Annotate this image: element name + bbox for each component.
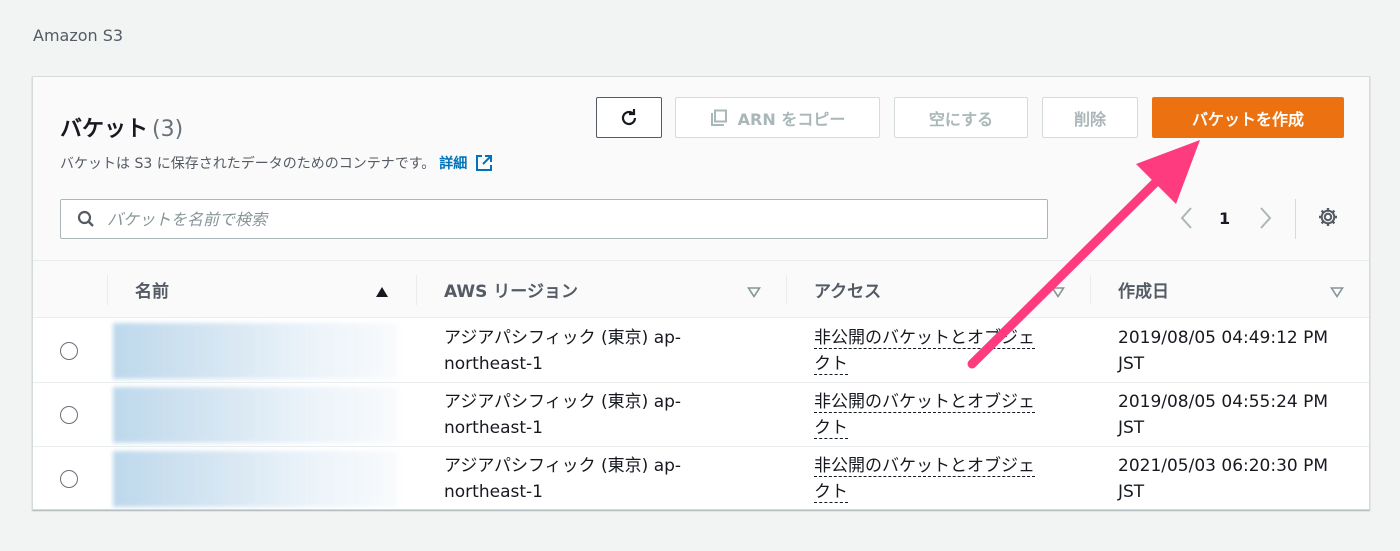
region-text: northeast-1	[444, 418, 543, 438]
region-cell: アジアパシフィック (東京) ap- northeast-1	[444, 389, 724, 441]
description-text: バケットは S3 に保存されたデータのためのコンテナです。	[60, 156, 436, 172]
access-text[interactable]: 非公開のバケットとオブジェ	[814, 456, 1035, 477]
empty-button[interactable]: 空にする	[894, 97, 1028, 138]
table-row[interactable]: アジアパシフィック (東京) ap- northeast-1 非公開のバケットと…	[33, 319, 1369, 383]
column-divider	[107, 275, 108, 305]
breadcrumb[interactable]: Amazon S3	[33, 26, 123, 45]
panel-description: バケットは S3 に保存されたデータのためのコンテナです。 詳細	[60, 153, 493, 173]
access-text[interactable]: クト	[814, 482, 848, 503]
access-cell[interactable]: 非公開のバケットとオブジェ クト	[814, 389, 1084, 441]
gear-icon[interactable]	[1317, 206, 1339, 228]
column-divider	[416, 275, 417, 305]
next-page-icon[interactable]	[1257, 205, 1273, 231]
refresh-icon	[618, 107, 640, 129]
create-bucket-button[interactable]: バケットを作成	[1152, 97, 1344, 138]
table-header: 名前 AWS リージョン アクセス 作成日	[33, 261, 1369, 318]
copy-arn-button[interactable]: ARN をコピー	[675, 97, 880, 138]
access-text[interactable]: 非公開のバケットとオブジェ	[814, 392, 1035, 413]
column-header-created[interactable]: 作成日	[1118, 261, 1169, 318]
created-date-cell: 2019/08/05 04:49:12 PM JST	[1118, 325, 1358, 377]
column-divider	[1090, 275, 1091, 305]
access-cell[interactable]: 非公開のバケットとオブジェ クト	[814, 325, 1084, 377]
previous-page-icon[interactable]	[1179, 205, 1195, 231]
date-text: JST	[1118, 418, 1145, 438]
column-divider	[786, 275, 787, 305]
bucket-count: (3)	[152, 117, 184, 142]
access-text[interactable]: 非公開のバケットとオブジェ	[814, 328, 1035, 349]
sort-ascending-icon[interactable]	[375, 283, 389, 302]
created-date-cell: 2019/08/05 04:55:24 PM JST	[1118, 389, 1358, 441]
region-text: northeast-1	[444, 482, 543, 502]
column-header-name[interactable]: 名前	[135, 261, 169, 318]
sort-icon[interactable]	[747, 283, 761, 302]
region-text: アジアパシフィック (東京) ap-	[444, 328, 682, 348]
details-link[interactable]: 詳細	[439, 153, 467, 173]
pager-divider	[1295, 199, 1296, 239]
region-cell: アジアパシフィック (東京) ap- northeast-1	[444, 325, 724, 377]
search-box[interactable]	[60, 199, 1048, 239]
row-select-radio[interactable]	[60, 470, 78, 488]
date-text: 2019/08/05 04:49:12 PM	[1118, 328, 1329, 348]
search-input[interactable]	[107, 209, 1007, 229]
copy-arn-label: ARN をコピー	[737, 109, 846, 129]
panel-header: バケット (3) バケットは S3 に保存されたデータのためのコンテナです。 詳細…	[33, 77, 1369, 261]
created-date-cell: 2021/05/03 06:20:30 PM JST	[1118, 453, 1358, 505]
date-text: 2021/05/03 06:20:30 PM	[1118, 456, 1329, 476]
row-select-radio[interactable]	[60, 342, 78, 360]
access-cell[interactable]: 非公開のバケットとオブジェ クト	[814, 453, 1084, 505]
buckets-panel: バケット (3) バケットは S3 に保存されたデータのためのコンテナです。 詳細…	[32, 76, 1370, 510]
region-text: northeast-1	[444, 354, 543, 374]
region-cell: アジアパシフィック (東京) ap- northeast-1	[444, 453, 724, 505]
refresh-button[interactable]	[596, 97, 662, 138]
column-header-access[interactable]: アクセス	[814, 261, 881, 318]
date-text: 2019/08/05 04:55:24 PM	[1118, 392, 1329, 412]
external-link-icon[interactable]	[475, 154, 493, 172]
table-row[interactable]: アジアパシフィック (東京) ap- northeast-1 非公開のバケットと…	[33, 383, 1369, 447]
region-text: アジアパシフィック (東京) ap-	[444, 456, 682, 476]
current-page-number[interactable]: 1	[1219, 209, 1230, 228]
region-text: アジアパシフィック (東京) ap-	[444, 392, 682, 412]
page-title: バケット (3)	[60, 111, 183, 143]
table-row[interactable]: アジアパシフィック (東京) ap- northeast-1 非公開のバケットと…	[33, 447, 1369, 511]
row-select-radio[interactable]	[60, 406, 78, 424]
redacted-bucket-name[interactable]	[113, 387, 398, 443]
access-text[interactable]: クト	[814, 418, 848, 439]
date-text: JST	[1118, 354, 1145, 374]
column-header-region[interactable]: AWS リージョン	[444, 261, 578, 318]
redacted-bucket-name[interactable]	[113, 323, 398, 379]
copy-icon	[710, 109, 728, 127]
sort-icon[interactable]	[1330, 283, 1344, 302]
sort-icon[interactable]	[1051, 283, 1065, 302]
redacted-bucket-name[interactable]	[113, 451, 398, 507]
date-text: JST	[1118, 482, 1145, 502]
search-icon	[77, 210, 95, 228]
title-label: バケット	[60, 117, 149, 142]
delete-button[interactable]: 削除	[1042, 97, 1138, 138]
access-text[interactable]: クト	[814, 354, 848, 375]
